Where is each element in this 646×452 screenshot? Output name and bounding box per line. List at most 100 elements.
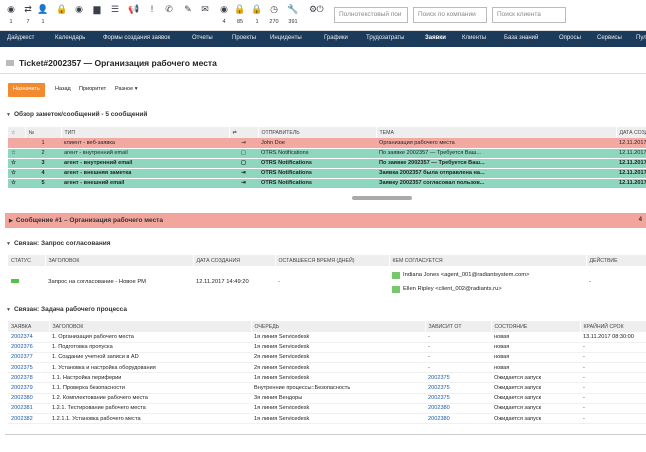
toolbar-count: 1 (9, 19, 13, 25)
exclamation-icon[interactable]: ! (146, 4, 158, 14)
customer-search-input[interactable]: Поиск клиента (492, 7, 566, 23)
star-icon[interactable]: ☆ (8, 178, 25, 189)
column-header[interactable]: ⇄ (229, 127, 259, 138)
nav-item[interactable]: Инциденты (270, 35, 302, 41)
task-dependency[interactable]: 2002375 (425, 382, 491, 394)
nav-item[interactable]: Отчеты (192, 35, 213, 41)
megaphone-icon[interactable]: 📢 (128, 4, 140, 14)
nav-item[interactable]: Опросы (559, 35, 581, 41)
task-row[interactable]: 2002381 1.2.1. Тестирование рабочего мест… (8, 403, 646, 415)
column-header[interactable]: СОСТОЯНИЕ (491, 321, 581, 332)
task-queue: 2я линия Servicedesk (251, 352, 425, 364)
column-header[interactable]: ЗАГОЛОВОК (49, 321, 252, 332)
star-icon[interactable]: ☆ (8, 158, 25, 169)
task-dependency[interactable]: 2002375 (425, 393, 491, 404)
nav-item[interactable]: Графики (324, 35, 348, 41)
task-id-link[interactable]: 2002382 (8, 413, 49, 425)
article-row[interactable]: ☆ 2 агент - внутренний email ▢ OTRS Notifica… (8, 148, 646, 159)
nav-item[interactable]: Проекты (232, 35, 256, 41)
column-header[interactable]: № (25, 127, 62, 138)
task-id-link[interactable]: 2002379 (8, 382, 49, 394)
star-icon[interactable] (8, 138, 25, 149)
task-id-link[interactable]: 2002377 (8, 352, 49, 364)
approver-status-icon (392, 285, 400, 293)
task-id-link[interactable]: 2002375 (8, 362, 49, 374)
task-deadline: - (580, 352, 646, 364)
task-row[interactable]: 2002378 1.1. Настройка периферии 1я линия … (8, 372, 646, 384)
user-icon[interactable]: 👤 (37, 4, 49, 14)
nav-item[interactable]: Сервисы (597, 35, 622, 41)
eye-icon[interactable]: ◉ (73, 4, 85, 14)
nav-item[interactable]: Формы создания заявок (103, 35, 170, 41)
wrench-icon[interactable]: 🔧 (287, 4, 299, 14)
column-header[interactable]: ТЕМА (376, 127, 617, 138)
column-header[interactable]: ЗАВИСИТ ОТ (425, 321, 492, 332)
approval-action[interactable]: - (586, 266, 646, 298)
repeat-icon[interactable]: ⇄ (22, 4, 34, 14)
task-row[interactable]: 2002382 1.2.1.1. Установка рабочего места… (8, 413, 646, 425)
back-button[interactable]: Назад (50, 83, 76, 97)
priority-button[interactable]: Приоритет (74, 83, 111, 97)
lock-icon[interactable]: 🔒 (56, 4, 68, 14)
column-header[interactable]: ЗАЯВКА (8, 321, 50, 332)
task-row[interactable]: 2002376 1. Подготовка пропуска 1я линия Se… (8, 342, 646, 353)
star-icon[interactable]: ☆ (8, 148, 25, 159)
edit-icon[interactable]: ✎ (182, 4, 194, 14)
column-header[interactable]: ТИП (61, 127, 230, 138)
article-row[interactable]: 1 клиент - веб-заявка ⇥ John Doe Организация… (8, 138, 646, 149)
clock-icon[interactable]: ◷ (268, 4, 280, 14)
assign-button[interactable]: Назначить (8, 83, 45, 97)
message-bar[interactable]: ▶ Сообщение #1 – Организация рабочего мес… (5, 213, 646, 228)
eye-icon[interactable]: ◉ (5, 4, 17, 14)
task-dependency[interactable]: 2002375 (425, 372, 491, 384)
misc-menu-button[interactable]: Разное ▾ (110, 83, 142, 97)
nav-item[interactable]: База знаний (504, 35, 538, 41)
folder-icon[interactable]: ▆ (91, 4, 103, 14)
column-header[interactable]: ОЧЕРЕДЬ (251, 321, 426, 332)
fulltext-search-input[interactable]: Полнотекстовый пои (334, 7, 408, 23)
watch-icon[interactable]: ◉ (218, 4, 230, 14)
company-search-input[interactable]: Поиск по компании (413, 7, 487, 23)
approval-row[interactable]: Запрос на согласование - Новое РМ 12.11.… (8, 266, 646, 298)
lock-alert-icon[interactable]: 🔒 (251, 4, 263, 14)
approval-title[interactable]: Запрос на согласование - Новое РМ (45, 266, 193, 298)
star-icon[interactable]: ☆ (8, 168, 25, 179)
tasks-table: ЗАЯВКА ЗАГОЛОВОК ОЧЕРЕДЬ ЗАВИСИТ ОТ СОСТОЯНИ… (8, 321, 646, 425)
column-header[interactable]: ОТПРАВИТЕЛЬ (258, 127, 377, 138)
article-subject: Заявку 2002357 согласовал пользов... (376, 178, 616, 189)
tasks-section-header[interactable]: ▼ Связан: Задача рабочего процесса (6, 306, 646, 317)
task-row[interactable]: 2002374 1. Организация рабочего места 1я л… (8, 332, 646, 343)
task-dependency[interactable]: 2002380 (425, 403, 491, 415)
article-row[interactable]: ☆ 4 агент - внешняя заметка ⇥ OTRS Notificat… (8, 168, 646, 179)
locked-tickets-icon[interactable]: 🔒 (234, 4, 246, 14)
article-row[interactable]: ☆ 5 агент - внешний email ⇥ OTRS Notificatio… (8, 178, 646, 189)
task-id-link[interactable]: 2002378 (8, 372, 49, 384)
list-icon[interactable]: ☰ (109, 4, 121, 14)
phone-icon[interactable]: ✆ (163, 4, 175, 14)
task-dependency[interactable]: 2002380 (425, 413, 491, 425)
column-header[interactable]: КРАЙНИЙ СРОК (580, 321, 646, 332)
task-row[interactable]: 2002380 1.2. Комплектование рабочего мест… (8, 393, 646, 404)
power-icon[interactable]: ⏻ (314, 4, 326, 14)
task-row[interactable]: 2002377 1. Создание учетной записи в AD 2я… (8, 352, 646, 364)
mail-icon[interactable]: ✉ (199, 4, 211, 14)
task-row[interactable]: 2002379 1.1. Проверка безопасности Внутрен… (8, 382, 646, 394)
horizontal-scrollbar[interactable] (352, 196, 412, 200)
task-id-link[interactable]: 2002380 (8, 393, 49, 404)
nav-item[interactable]: Календарь (55, 35, 85, 41)
task-row[interactable]: 2002375 1. Установка и настройка оборудов… (8, 362, 646, 374)
task-id-link[interactable]: 2002381 (8, 403, 49, 415)
ticket-actions: Назначить Назад Приоритет Разное ▾ (0, 80, 646, 98)
column-header[interactable]: ДАТА СОЗДАН (616, 127, 646, 138)
nav-item[interactable]: Дайджест (7, 35, 34, 41)
approval-section-header[interactable]: ▼ Связан: Запрос согласования (6, 240, 646, 251)
nav-item[interactable]: Клиенты (462, 35, 486, 41)
nav-item[interactable]: Заявки (425, 35, 446, 41)
task-id-link[interactable]: 2002376 (8, 342, 49, 353)
articles-section-header[interactable]: ▼ Обзор заметок/сообщений - 5 сообщений (6, 111, 646, 122)
page-title: Ticket#2002357 — Организация рабочего ме… (19, 58, 217, 68)
nav-item[interactable]: Трудозатраты (366, 35, 404, 41)
nav-item[interactable]: Пул (636, 35, 646, 41)
task-id-link[interactable]: 2002374 (8, 332, 49, 343)
article-row[interactable]: ☆ 3 агент - внутренний email ▢ OTRS Notifica… (8, 158, 646, 169)
